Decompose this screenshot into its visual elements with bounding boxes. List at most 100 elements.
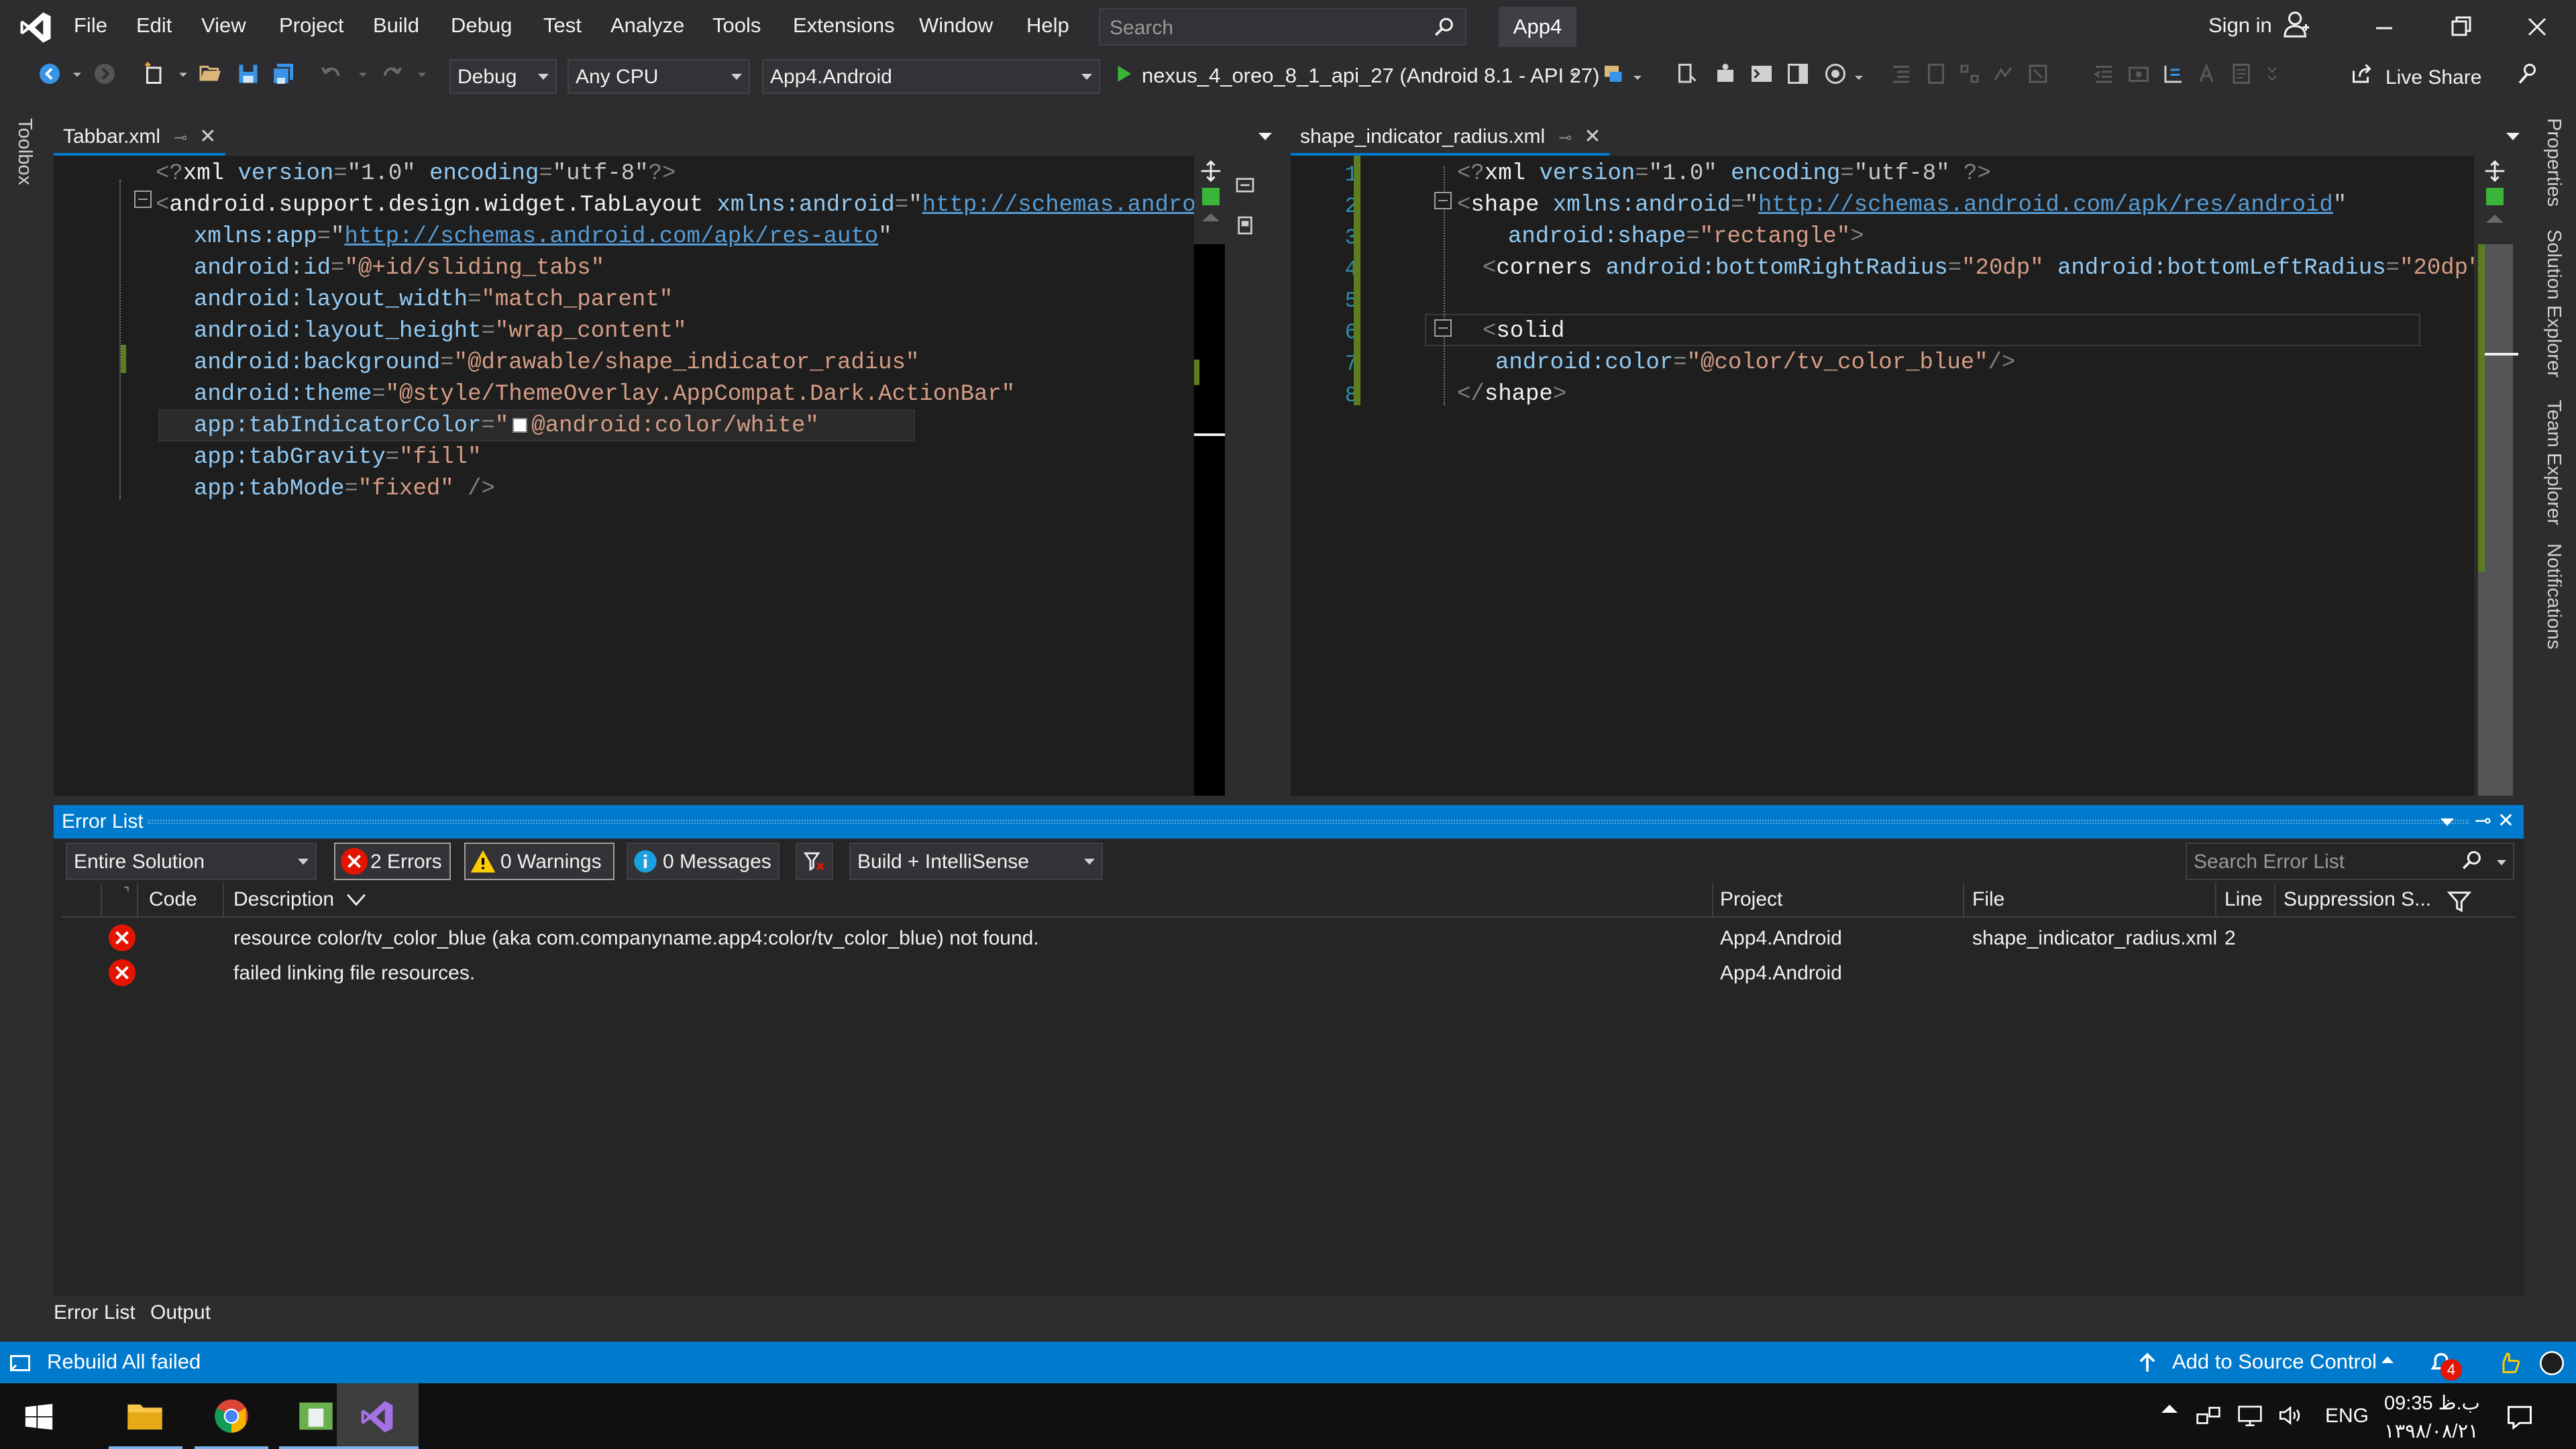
redo-dropdown-icon[interactable]	[415, 62, 429, 86]
tab-list-dropdown-icon[interactable]	[2506, 133, 2520, 140]
menu-window[interactable]: Window	[919, 13, 993, 38]
column-project[interactable]: Project	[1720, 888, 1782, 911]
step-into-icon[interactable]	[2161, 62, 2186, 86]
sort-descending-icon[interactable]	[346, 892, 366, 907]
sign-in-link[interactable]: Sign in	[2208, 13, 2272, 38]
code-line[interactable]: app:tabGravity="fill"	[194, 445, 481, 470]
column-divider[interactable]	[137, 883, 138, 918]
visual-studio-taskbar-button[interactable]	[337, 1383, 419, 1449]
code-line[interactable]: android:id="@+id/sliding_tabs"	[194, 256, 604, 281]
search-error-list-input[interactable]: Search Error List	[2186, 843, 2514, 880]
column-divider[interactable]	[2274, 883, 2275, 918]
code-hyperlink[interactable]: http://schemas.android.com/apk/res/andro…	[1758, 193, 2333, 218]
redo-icon[interactable]	[380, 62, 404, 86]
column-line[interactable]: Line	[2224, 888, 2263, 911]
code-line[interactable]: android:color="@color/tv_color_blue"/>	[1495, 350, 2015, 376]
file-explorer-taskbar-button[interactable]	[103, 1383, 188, 1449]
scroll-up-arrow-icon[interactable]	[1202, 213, 1220, 221]
properties-tab[interactable]: Properties	[2542, 118, 2565, 207]
column-divider[interactable]	[1712, 883, 1713, 918]
column-code[interactable]: Code	[149, 888, 197, 911]
tab-error-list[interactable]: Error List	[54, 1301, 136, 1324]
upload-arrow-icon[interactable]	[2137, 1351, 2157, 1374]
display-icon[interactable]	[2237, 1403, 2263, 1428]
build-intellisense-select[interactable]: Build + IntelliSense	[849, 843, 1103, 880]
code-line[interactable]: android:background="@drawable/shape_indi…	[194, 350, 919, 376]
code-line[interactable]: xmlns:app="http://schemas.android.com/ap…	[194, 224, 892, 250]
editor-preview-icon[interactable]	[1234, 215, 1256, 236]
menu-file[interactable]: File	[74, 13, 107, 38]
android-device-icon[interactable]	[1713, 62, 1737, 86]
code-line[interactable]: <shape xmlns:android="http://schemas.and…	[1457, 193, 2347, 218]
fold-collapse-icon[interactable]	[1434, 319, 1452, 337]
new-item-dropdown-icon[interactable]	[176, 62, 191, 86]
window-position-dropdown-icon[interactable]	[2440, 818, 2454, 826]
screenshot-icon[interactable]	[2127, 62, 2151, 86]
drag-grip[interactable]	[148, 820, 2469, 824]
live-share-icon[interactable]	[2351, 62, 2375, 86]
search-input[interactable]: Search	[1099, 8, 1466, 46]
warnings-filter-button[interactable]: 0 Warnings	[464, 843, 614, 880]
navigate-back-icon[interactable]	[38, 62, 62, 86]
code-line[interactable]: <corners android:bottomRightRadius="20dp…	[1483, 256, 2474, 281]
messages-filter-button[interactable]: 0 Messages	[627, 843, 780, 880]
scroll-up-arrow-icon[interactable]	[2486, 215, 2504, 223]
fold-collapse-icon[interactable]	[1434, 192, 1452, 209]
chevron-up-icon[interactable]	[2381, 1356, 2394, 1363]
auto-hide-pin-icon[interactable]: ⊸	[2475, 809, 2491, 833]
code-line[interactable]: android:shape="rectangle">	[1508, 224, 1864, 250]
code-line[interactable]: android:layout_width="match_parent"	[194, 287, 673, 313]
uncomment-icon[interactable]	[1924, 62, 1948, 86]
navigate-forward-icon[interactable]	[93, 62, 117, 86]
emulator-dropdown-icon[interactable]	[1851, 62, 1866, 86]
fold-collapse-icon[interactable]	[134, 191, 152, 208]
column-filter-icon[interactable]	[2446, 888, 2473, 915]
team-explorer-tab[interactable]: Team Explorer	[2542, 400, 2565, 525]
android-sdk-icon[interactable]	[1674, 62, 1699, 86]
left-vertical-scrollbar[interactable]	[1194, 244, 1225, 796]
error-row[interactable]: resource color/tv_color_blue (aka com.co…	[62, 920, 2516, 955]
column-chooser-icon[interactable]: ⌝	[123, 884, 129, 901]
live-share-label[interactable]: Live Share	[2385, 66, 2481, 89]
menu-extensions[interactable]: Extensions	[793, 13, 895, 38]
visual-studio-logo-icon[interactable]	[17, 9, 54, 46]
run-target-label[interactable]: nexus_4_oreo_8_1_api_27 (Android 8.1 - A…	[1142, 64, 1600, 88]
document-outline-icon[interactable]	[2230, 62, 2254, 86]
layout-preview-icon[interactable]	[1786, 62, 1810, 86]
new-project-icon[interactable]	[142, 62, 166, 86]
chrome-taskbar-button[interactable]	[189, 1383, 274, 1449]
build-filter-toggle[interactable]	[796, 843, 833, 880]
column-divider[interactable]	[101, 883, 102, 918]
code-line[interactable]: app:tabMode="fixed" />	[194, 476, 495, 502]
code-line[interactable]: <?xml version="1.0" encoding="utf-8" ?>	[1457, 161, 1991, 186]
split-window-icon[interactable]	[1199, 160, 1222, 182]
close-tab-icon[interactable]: ✕	[199, 125, 216, 148]
menu-help[interactable]: Help	[1026, 13, 1069, 38]
column-suppression-state[interactable]: Suppression S...	[2284, 888, 2431, 911]
tab-list-dropdown-icon[interactable]	[1258, 133, 1272, 140]
menu-debug[interactable]: Debug	[451, 13, 512, 38]
input-language-indicator[interactable]: ENG	[2325, 1405, 2369, 1428]
text-format-icon[interactable]	[2196, 62, 2220, 86]
save-icon[interactable]	[236, 62, 260, 86]
menu-test[interactable]: Test	[543, 13, 582, 38]
bookmark-group-icon[interactable]	[1991, 62, 2015, 86]
code-line[interactable]: </shape>	[1457, 382, 1566, 407]
tab-output[interactable]: Output	[150, 1301, 211, 1324]
startup-project-select[interactable]: App4.Android	[762, 59, 1100, 94]
code-line[interactable]: android:theme="@style/ThemeOverlay.AppCo…	[194, 382, 1015, 407]
run-target-dropdown-icon[interactable]	[1566, 62, 1582, 86]
comment-out-icon[interactable]	[1889, 62, 1913, 86]
feedback-hand-icon[interactable]	[2497, 1350, 2524, 1377]
split-window-icon[interactable]	[2483, 160, 2506, 182]
tabbar-xml-editor[interactable]: <?xml version="1.0" encoding="utf-8"?> <a…	[86, 156, 1194, 796]
code-line[interactable]: <solid	[1483, 319, 1564, 344]
undo-icon[interactable]	[319, 62, 343, 86]
search-options-dropdown-icon[interactable]	[2497, 860, 2506, 865]
column-divider[interactable]	[1963, 883, 1964, 918]
menu-view[interactable]: View	[201, 13, 246, 38]
windows-start-icon[interactable]	[24, 1402, 54, 1432]
column-divider[interactable]	[223, 883, 224, 918]
device-manager-icon[interactable]	[1601, 62, 1625, 86]
minimize-window-icon[interactable]	[2364, 11, 2404, 44]
